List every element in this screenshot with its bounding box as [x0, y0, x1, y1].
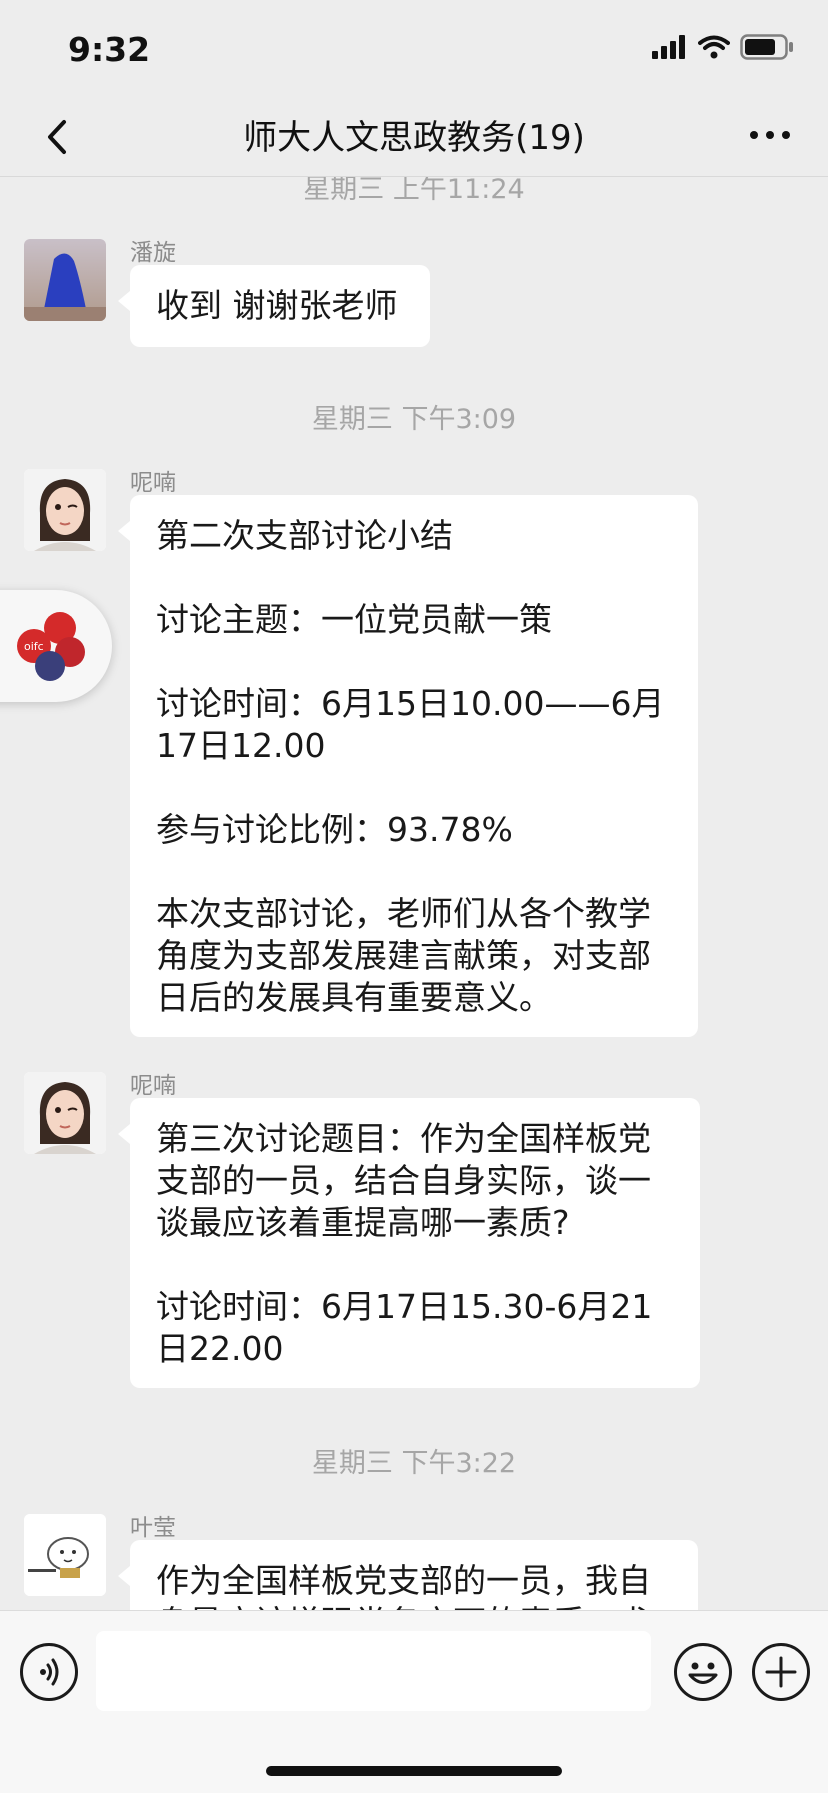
floating-logo-text: oifc [24, 640, 44, 653]
chat-title: 师大人文思政教务(19) [243, 118, 585, 158]
home-indicator[interactable] [266, 1766, 562, 1776]
avatar[interactable] [24, 1514, 106, 1596]
signal-icon [652, 35, 685, 59]
sender-name: 潘旋 [130, 240, 176, 266]
sender-name: 叶莹 [130, 1515, 176, 1541]
wifi-icon [698, 35, 730, 59]
voice-icon [40, 1658, 59, 1686]
avatar[interactable] [24, 1072, 106, 1154]
message-bubble[interactable]: 收到 谢谢张老师 [118, 265, 430, 347]
status-time: 9:32 [68, 30, 151, 69]
avatar[interactable] [24, 469, 106, 551]
timestamp: 星期三 上午11:24 [303, 177, 525, 205]
floating-logo-icon: oifc [17, 612, 85, 681]
sender-name: 呢喃 [130, 1073, 176, 1099]
battery-icon [740, 34, 793, 60]
message-bubble[interactable]: 第二次支部讨论小结 讨论主题：一位党员献一策 讨论时间：6月15日10.00——… [118, 495, 698, 1037]
timestamp: 星期三 下午3:09 [311, 404, 517, 435]
message-input[interactable] [96, 1631, 651, 1711]
message-bubble[interactable]: 作为全国样板党支部的一员，我自身最应该增强党务方面的素质，尤 [118, 1540, 698, 1610]
plus-icon [765, 1656, 797, 1688]
avatar[interactable] [24, 239, 106, 321]
emoji-button[interactable] [674, 1643, 732, 1701]
timestamp: 星期三 下午3:22 [311, 1448, 517, 1479]
more-icon[interactable] [748, 120, 792, 150]
voice-button[interactable] [20, 1643, 78, 1701]
message-bubble[interactable]: 第三次讨论题目：作为全国样板党支部的一员，结合自身实际，谈一谈最应该着重提高哪一… [118, 1098, 700, 1388]
nav-bar: 师大人文思政教务(19) [0, 100, 828, 177]
chat-area[interactable]: 星期三 上午11:24 潘旋 收到 谢谢张老师 星期三 下午3:09 呢喃 第二… [0, 177, 828, 1610]
floating-window-button[interactable]: oifc [0, 590, 112, 702]
status-bar: 9:32 [0, 0, 828, 100]
emoji-icon [688, 1662, 718, 1684]
sender-name: 呢喃 [130, 470, 176, 496]
status-icons [652, 34, 794, 60]
more-actions-button[interactable] [752, 1643, 810, 1701]
